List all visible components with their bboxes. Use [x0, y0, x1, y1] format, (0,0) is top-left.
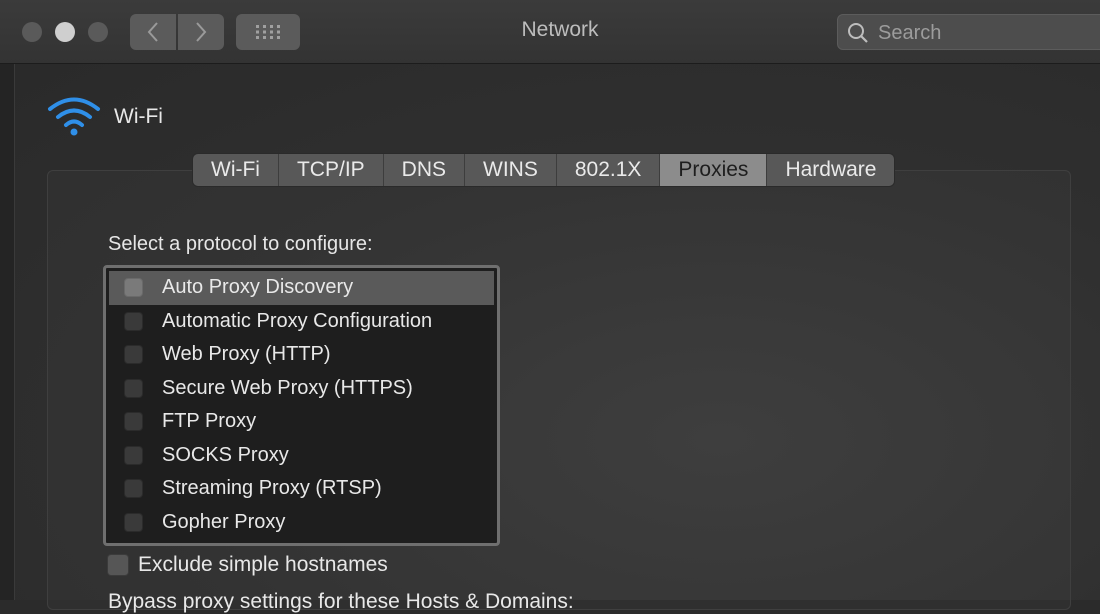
forward-button[interactable] — [178, 14, 224, 50]
tab-wifi[interactable]: Wi-Fi — [193, 154, 279, 186]
protocol-row-streaming-proxy-rtsp[interactable]: Streaming Proxy (RTSP) — [109, 472, 494, 506]
search-icon — [848, 23, 868, 43]
protocol-list-label: Select a protocol to configure: — [108, 233, 373, 255]
protocol-label: Secure Web Proxy (HTTPS) — [162, 376, 413, 399]
tab-hardware[interactable]: Hardware — [767, 154, 895, 186]
search-field[interactable] — [837, 14, 1100, 50]
title-bar: Network — [0, 0, 1100, 64]
chevron-right-icon — [196, 22, 207, 42]
protocol-row-ftp-proxy[interactable]: FTP Proxy — [109, 405, 494, 439]
protocol-label: Gopher Proxy — [162, 510, 286, 533]
tab-tcpip[interactable]: TCP/IP — [278, 154, 384, 186]
protocol-row-auto-proxy-discovery[interactable]: Auto Proxy Discovery — [109, 271, 494, 305]
navigation-buttons — [130, 14, 224, 50]
back-button[interactable] — [130, 14, 176, 50]
protocol-checkbox[interactable] — [124, 311, 143, 331]
tab-dns[interactable]: DNS — [383, 154, 466, 186]
minimize-window-button[interactable] — [55, 22, 75, 42]
protocol-label: Auto Proxy Discovery — [162, 276, 354, 299]
protocol-checkbox[interactable] — [124, 278, 143, 298]
grid-icon — [256, 25, 280, 39]
protocol-row-web-proxy-http[interactable]: Web Proxy (HTTP) — [109, 338, 494, 372]
protocol-label: FTP Proxy — [162, 410, 257, 433]
exclude-simple-hostnames[interactable]: Exclude simple hostnames — [107, 553, 388, 577]
exclude-simple-hostnames-label: Exclude simple hostnames — [138, 553, 388, 576]
interface-name: Wi-Fi — [114, 105, 163, 128]
exclude-simple-hostnames-checkbox[interactable] — [107, 554, 129, 576]
protocol-row-automatic-proxy-configuration[interactable]: Automatic Proxy Configuration — [109, 305, 494, 339]
protocol-label: Web Proxy (HTTP) — [162, 343, 331, 366]
protocol-label: SOCKS Proxy — [162, 443, 289, 466]
protocol-checkbox[interactable] — [124, 445, 143, 465]
show-all-button[interactable] — [236, 14, 300, 50]
search-input[interactable] — [876, 19, 1100, 47]
protocol-checkbox[interactable] — [124, 479, 143, 499]
protocol-checkbox[interactable] — [124, 512, 143, 532]
tab-bar: Wi-Fi TCP/IP DNS WINS 802.1X Proxies Har… — [193, 154, 895, 186]
protocol-checkbox[interactable] — [124, 378, 143, 398]
tab-wins[interactable]: WINS — [465, 154, 557, 186]
bypass-hosts-label: Bypass proxy settings for these Hosts & … — [108, 590, 574, 613]
tab-proxies[interactable]: Proxies — [660, 154, 768, 186]
close-window-button[interactable] — [22, 22, 42, 42]
protocol-row-gopher-proxy[interactable]: Gopher Proxy — [109, 506, 494, 540]
chevron-left-icon — [147, 22, 158, 42]
protocol-checkbox[interactable] — [124, 345, 143, 365]
protocol-label: Streaming Proxy (RTSP) — [162, 477, 382, 500]
zoom-window-button[interactable] — [88, 22, 108, 42]
protocol-row-secure-web-proxy-https[interactable]: Secure Web Proxy (HTTPS) — [109, 372, 494, 406]
protocol-checkbox[interactable] — [124, 412, 143, 432]
protocol-list: Auto Proxy Discovery Automatic Proxy Con… — [103, 265, 500, 546]
tab-8021x[interactable]: 802.1X — [556, 154, 661, 186]
protocol-label: Automatic Proxy Configuration — [162, 309, 433, 332]
wifi-icon — [48, 97, 100, 136]
protocol-row-socks-proxy[interactable]: SOCKS Proxy — [109, 439, 494, 473]
window-title: Network — [521, 18, 599, 41]
window-left-edge — [0, 64, 15, 600]
